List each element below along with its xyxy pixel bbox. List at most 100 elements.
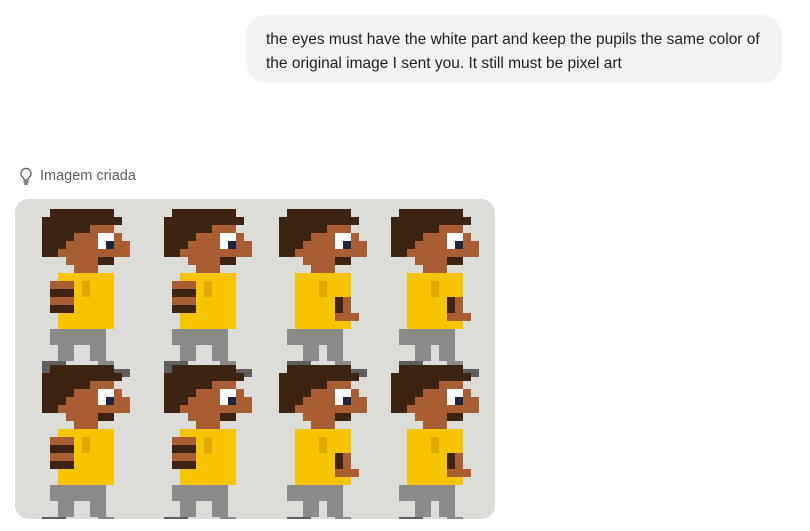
sprite-pixel-hair <box>42 373 122 381</box>
sprite-pixel-hair <box>42 233 74 241</box>
sprite-pixel-pupil <box>106 241 114 249</box>
sprite-pixel-shirt-shade <box>319 281 327 297</box>
sprite-pixel-pants <box>287 329 343 345</box>
sprite-pixel-hair <box>287 365 351 373</box>
sprite-pixel-pupil <box>343 397 351 405</box>
sprite-pixel-hair <box>279 241 303 249</box>
sprite-pixel-shoes <box>287 517 311 519</box>
sprite-pixel-hair <box>279 381 327 389</box>
sprite-pixel-shirt-shade <box>204 437 212 453</box>
sprite-pixel-hair <box>164 397 188 405</box>
sprite-pixel-hair <box>164 373 244 381</box>
sprite-pixel-hair <box>164 217 244 225</box>
sprite-pixel-hair <box>279 389 311 397</box>
sprite-pixel-skin <box>90 225 114 233</box>
sprite-pixel-skin <box>423 421 447 429</box>
sprite-pixel-pants <box>50 485 106 501</box>
sprite-pixel-hair <box>279 405 295 413</box>
sprite-pixel-hair <box>164 389 196 397</box>
sprite-pixel-hair <box>391 249 407 257</box>
sprite-pixel-skin <box>327 381 351 389</box>
sprite-pixel-pants <box>172 485 228 501</box>
sprite-pixel-skin <box>439 381 463 389</box>
sprite-pixel-pants <box>303 501 319 517</box>
sprite-pixel-hair <box>50 209 114 217</box>
sprite-pixel-skin <box>58 249 122 257</box>
sprite-pixel-hair <box>335 453 343 469</box>
sprite-pixel-skin <box>58 405 122 413</box>
sprite-pixel-shirt-shade <box>82 437 90 453</box>
sprite-pixel-shirt-shade <box>431 437 439 453</box>
sprite-pixel-skin <box>212 381 236 389</box>
sprite-pixel-pants <box>90 501 106 517</box>
sprite-pixel-hair <box>172 365 236 373</box>
sprite-pixel-hair <box>98 257 114 265</box>
sprite-pixel-shirt-shade <box>82 281 90 297</box>
sprite-pixel-hair <box>447 297 455 313</box>
sprite-pixel-pants <box>212 501 228 517</box>
sprite-pixel-pupil <box>228 397 236 405</box>
sprite-pixel-pants <box>415 501 431 517</box>
sprite-pixel-hair <box>287 209 351 217</box>
sprite-pixel-skin <box>359 241 367 249</box>
sprite-pixel-hair <box>42 241 66 249</box>
sprite-pixel-hair <box>335 297 343 313</box>
sprite-pixel-pants <box>439 345 455 361</box>
sprite-pixel-hair <box>172 305 196 313</box>
sprite-pixel-hair <box>42 397 66 405</box>
sprite-pixel-pants <box>327 345 343 361</box>
sprite-pixel-hair <box>164 405 180 413</box>
sprite-pixel-hair <box>399 209 463 217</box>
sprite-pixel-shirt-shade <box>431 281 439 297</box>
sprite-pixel-hair <box>50 445 74 453</box>
sprite-pixel-hair <box>42 249 58 257</box>
sprite-pixel-hair <box>172 445 196 453</box>
sprite-pixel-hair <box>164 225 212 233</box>
sprite-pixel-hair <box>391 373 471 381</box>
sprite-pixel-hair <box>42 405 58 413</box>
sprite-pixel-skin <box>180 249 244 257</box>
sprite-pixel-skin <box>122 397 130 405</box>
sprite-pixel-skin <box>196 265 220 273</box>
sprite-pixel-skin <box>74 421 98 429</box>
generated-image[interactable] <box>15 199 495 519</box>
sprite-pixel-hair <box>391 217 471 225</box>
sprite-pixel-shirt-shade <box>319 437 327 453</box>
sprite-pixel-shirt-shade <box>204 281 212 297</box>
sprite-pixel-pupil <box>106 397 114 405</box>
sprite-pixel-hair <box>279 249 295 257</box>
sprite-pixel-skin <box>244 249 252 257</box>
sprite-pixel-pants <box>399 329 455 345</box>
sprite-pixel-skin <box>295 249 359 257</box>
sprite-pixel-skin <box>122 405 130 413</box>
sprite-pixel-skin <box>244 397 252 405</box>
sprite-pixel-hair <box>172 209 236 217</box>
sprite-pixel-skin <box>212 225 236 233</box>
sprite-pixel-skin <box>343 469 359 477</box>
sprite-pixel-hair <box>447 413 463 421</box>
sprite-pixel-skin <box>90 381 114 389</box>
sprite-pixel-skin <box>122 241 130 249</box>
sprite-pixel-skin <box>244 241 252 249</box>
sprite-pixel-hair <box>50 289 74 297</box>
sprite-pixel-skin <box>359 397 367 405</box>
sprite-pixel-pants <box>98 517 114 519</box>
sprite-pixel-skin <box>295 405 359 413</box>
sprite-pixel-hair <box>335 257 351 265</box>
sprite-pixel-pants <box>58 501 74 517</box>
sprite-pixel-pants <box>303 345 319 361</box>
sprite-pixel-hair <box>220 257 236 265</box>
sprite-pixel-hair <box>279 397 303 405</box>
sprite-pixel-shoes <box>399 517 423 519</box>
sprite-pixel-hair <box>279 373 359 381</box>
sprite-pixel-hair <box>42 217 122 225</box>
sprite-pixel-hair <box>279 217 359 225</box>
image-status-label: Imagem criada <box>40 168 136 184</box>
sprite-pixel-skin <box>471 397 479 405</box>
sprite-pixel-hair <box>391 381 439 389</box>
sprite-pixel-hair <box>279 225 327 233</box>
sprite-pixel-hair <box>335 413 351 421</box>
sprite-pixel-hair <box>399 365 463 373</box>
sprite-pixel-skin <box>74 265 98 273</box>
sprite-pixel-hair <box>172 461 196 469</box>
